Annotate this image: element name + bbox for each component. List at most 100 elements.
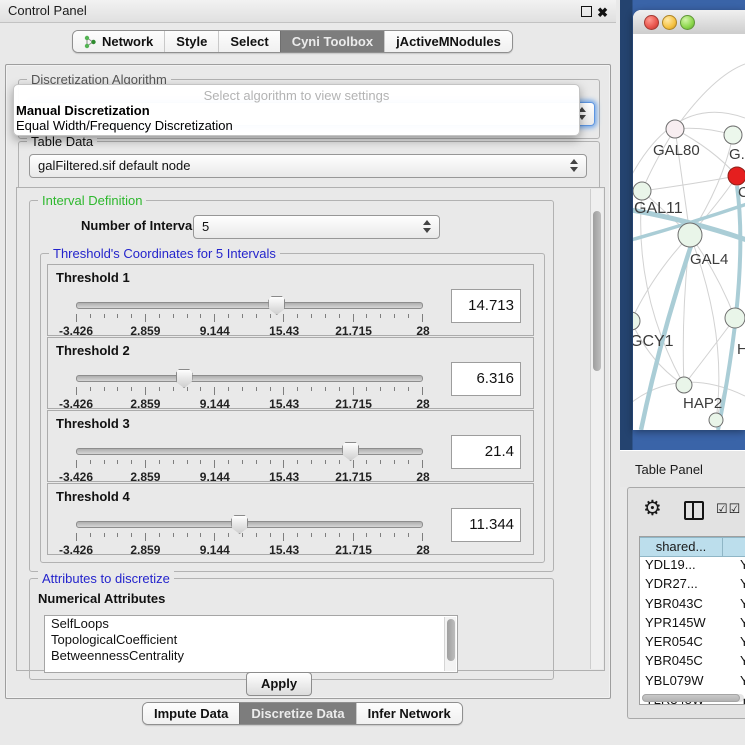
checkbox-filter-icons[interactable]: ☑☑ bbox=[716, 501, 741, 517]
column-header-shared-name[interactable]: shared... bbox=[640, 537, 723, 557]
settings-scroll-area: Interval Definition Number of Intervals … bbox=[16, 187, 605, 671]
cell-shared-name[interactable]: YBR043C bbox=[640, 596, 733, 615]
cell-name[interactable]: YBR0 bbox=[733, 653, 745, 672]
zoom-traffic-light-icon[interactable] bbox=[680, 15, 695, 30]
tab-network[interactable]: Network bbox=[73, 31, 164, 52]
table-data-group: Table Data galFiltered.sif default node bbox=[18, 141, 600, 191]
discretize-data-panel: Discretization Algorithm Table Data galF… bbox=[5, 64, 611, 699]
attributes-group: Attributes to discretize Numerical Attri… bbox=[29, 578, 554, 680]
table-rows: YDL19...YDL1YDR27...YDR2YBR043CYBR0YPR14… bbox=[640, 557, 745, 705]
combo-spinner-icon bbox=[423, 220, 432, 233]
threshold-value-field[interactable]: 14.713 bbox=[451, 289, 521, 323]
network-node[interactable] bbox=[725, 308, 745, 328]
table-data-select[interactable]: galFiltered.sif default node bbox=[29, 154, 587, 178]
cell-name[interactable]: YBL0 bbox=[733, 673, 745, 692]
network-node-label: HAP2 bbox=[683, 395, 722, 412]
slider-track[interactable] bbox=[76, 521, 423, 528]
network-node[interactable] bbox=[676, 377, 692, 393]
close-traffic-light-icon[interactable] bbox=[644, 15, 659, 30]
threshold-slider[interactable]: -3.4262.8599.14415.4321.71528 bbox=[76, 370, 423, 406]
cell-name[interactable]: YDL1 bbox=[733, 557, 745, 576]
algorithm-option-manual[interactable]: Manual Discretization bbox=[16, 103, 150, 118]
tab-label: Impute Data bbox=[154, 706, 228, 721]
threshold-panel-4: Threshold 4-3.4262.8599.14415.4321.71528… bbox=[47, 483, 534, 555]
attributes-scrollbar[interactable] bbox=[444, 617, 456, 671]
cell-shared-name[interactable]: YBR045C bbox=[640, 653, 733, 672]
tab-select[interactable]: Select bbox=[218, 31, 279, 52]
close-icon[interactable]: ✖ bbox=[597, 5, 608, 21]
slider-track[interactable] bbox=[76, 302, 423, 309]
tab-jactivemnodules[interactable]: jActiveMNodules bbox=[384, 31, 512, 52]
threshold-slider[interactable]: -3.4262.8599.14415.4321.71528 bbox=[76, 443, 423, 479]
cell-name[interactable]: YDR2 bbox=[733, 576, 745, 595]
settings-scrollbar[interactable] bbox=[590, 189, 603, 669]
slider-track[interactable] bbox=[76, 375, 423, 382]
cell-shared-name[interactable]: YDR27... bbox=[640, 576, 733, 595]
table-row[interactable]: YBL079WYBL0 bbox=[640, 673, 745, 692]
network-node[interactable] bbox=[724, 126, 742, 144]
tab-discretize-data[interactable]: Discretize Data bbox=[239, 703, 355, 724]
cell-name[interactable]: YBR0 bbox=[733, 596, 745, 615]
cell-shared-name[interactable]: YDL19... bbox=[640, 557, 733, 576]
tab-cyni-toolbox[interactable]: Cyni Toolbox bbox=[280, 31, 384, 52]
slider-thumb[interactable] bbox=[342, 442, 359, 461]
table-row[interactable]: YBR045CYBR0 bbox=[640, 653, 745, 672]
network-node[interactable] bbox=[678, 223, 702, 247]
slider-track[interactable] bbox=[76, 448, 423, 455]
attribute-item[interactable]: TopologicalCoefficient bbox=[45, 632, 457, 648]
network-view-window[interactable]: GAL80G.CGAL11GAL4GCY1HHAP2 bbox=[633, 10, 745, 430]
slider-ticks bbox=[76, 533, 423, 542]
network-node[interactable] bbox=[633, 312, 640, 330]
threshold-slider[interactable]: -3.4262.8599.14415.4321.71528 bbox=[76, 297, 423, 333]
apply-button[interactable]: Apply bbox=[246, 672, 312, 696]
application-window: { "window": { "title": "Control Panel" }… bbox=[0, 0, 745, 745]
threshold-value-field[interactable]: 11.344 bbox=[451, 508, 521, 542]
slider-scale-labels: -3.4262.8599.14415.4321.71528 bbox=[76, 543, 423, 555]
threshold-value-field[interactable]: 6.316 bbox=[451, 362, 521, 396]
column-header-name[interactable]: na bbox=[723, 537, 745, 557]
threshold-value-field[interactable]: 21.4 bbox=[451, 435, 521, 469]
table-panel: ⚙ ☑☑ shared... na YDL19...YDL1YDR27...YD… bbox=[627, 487, 745, 719]
slider-thumb[interactable] bbox=[268, 296, 285, 315]
cell-shared-name[interactable]: YER054C bbox=[640, 634, 733, 653]
gear-icon[interactable]: ⚙ bbox=[643, 496, 662, 521]
slider-ticks bbox=[76, 460, 423, 469]
tab-infer-network[interactable]: Infer Network bbox=[356, 703, 462, 724]
threshold-label: Threshold 2 bbox=[56, 343, 130, 358]
slider-thumb[interactable] bbox=[176, 369, 193, 388]
table-row[interactable]: YDR27...YDR2 bbox=[640, 576, 745, 595]
table-horizontal-scrollbar[interactable] bbox=[642, 694, 744, 702]
column-layout-icon[interactable] bbox=[684, 501, 704, 520]
slider-thumb[interactable] bbox=[231, 515, 248, 534]
table-row[interactable]: YDL19...YDL1 bbox=[640, 557, 745, 576]
attribute-item[interactable]: BetweennessCentrality bbox=[45, 648, 457, 664]
threshold-slider[interactable]: -3.4262.8599.14415.4321.71528 bbox=[76, 516, 423, 552]
numerical-attributes-list[interactable]: SelfLoopsTopologicalCoefficientBetweenne… bbox=[44, 615, 458, 673]
network-node[interactable] bbox=[728, 167, 745, 185]
network-node[interactable] bbox=[666, 120, 684, 138]
network-node-label: GCY1 bbox=[633, 333, 674, 350]
threshold-panel-2: Threshold 2 -3.4262.8599.14415.4321.71528… bbox=[47, 337, 534, 409]
tab-style[interactable]: Style bbox=[164, 31, 218, 52]
float-window-icon[interactable] bbox=[581, 6, 592, 17]
cell-shared-name[interactable]: YBL079W bbox=[640, 673, 733, 692]
table-data-selected-value: galFiltered.sif default node bbox=[38, 158, 190, 173]
number-of-intervals-select[interactable]: 5 bbox=[193, 215, 440, 239]
table-row[interactable]: YBR043CYBR0 bbox=[640, 596, 745, 615]
network-node[interactable] bbox=[633, 182, 651, 200]
minimize-traffic-light-icon[interactable] bbox=[662, 15, 677, 30]
tab-impute-data[interactable]: Impute Data bbox=[143, 703, 239, 724]
network-node[interactable] bbox=[709, 413, 723, 427]
table-row[interactable]: YPR145WYPR1 bbox=[640, 615, 745, 634]
network-node-label: GAL11 bbox=[634, 200, 683, 217]
numerical-attributes-label: Numerical Attributes bbox=[38, 591, 165, 606]
network-canvas[interactable]: GAL80G.CGAL11GAL4GCY1HHAP2 bbox=[633, 34, 745, 430]
attribute-item[interactable]: SelfLoops bbox=[45, 616, 457, 632]
cell-name[interactable]: YER0 bbox=[733, 634, 745, 653]
table-panel-titlebar: Table Panel bbox=[620, 450, 745, 487]
table-row[interactable]: YER054CYER0 bbox=[640, 634, 745, 653]
algorithm-option-equal-width[interactable]: Equal Width/Frequency Discretization bbox=[16, 118, 233, 133]
cell-shared-name[interactable]: YPR145W bbox=[640, 615, 733, 634]
node-table[interactable]: shared... na YDL19...YDL1YDR27...YDR2YBR… bbox=[639, 536, 745, 705]
cell-name[interactable]: YPR1 bbox=[733, 615, 745, 634]
